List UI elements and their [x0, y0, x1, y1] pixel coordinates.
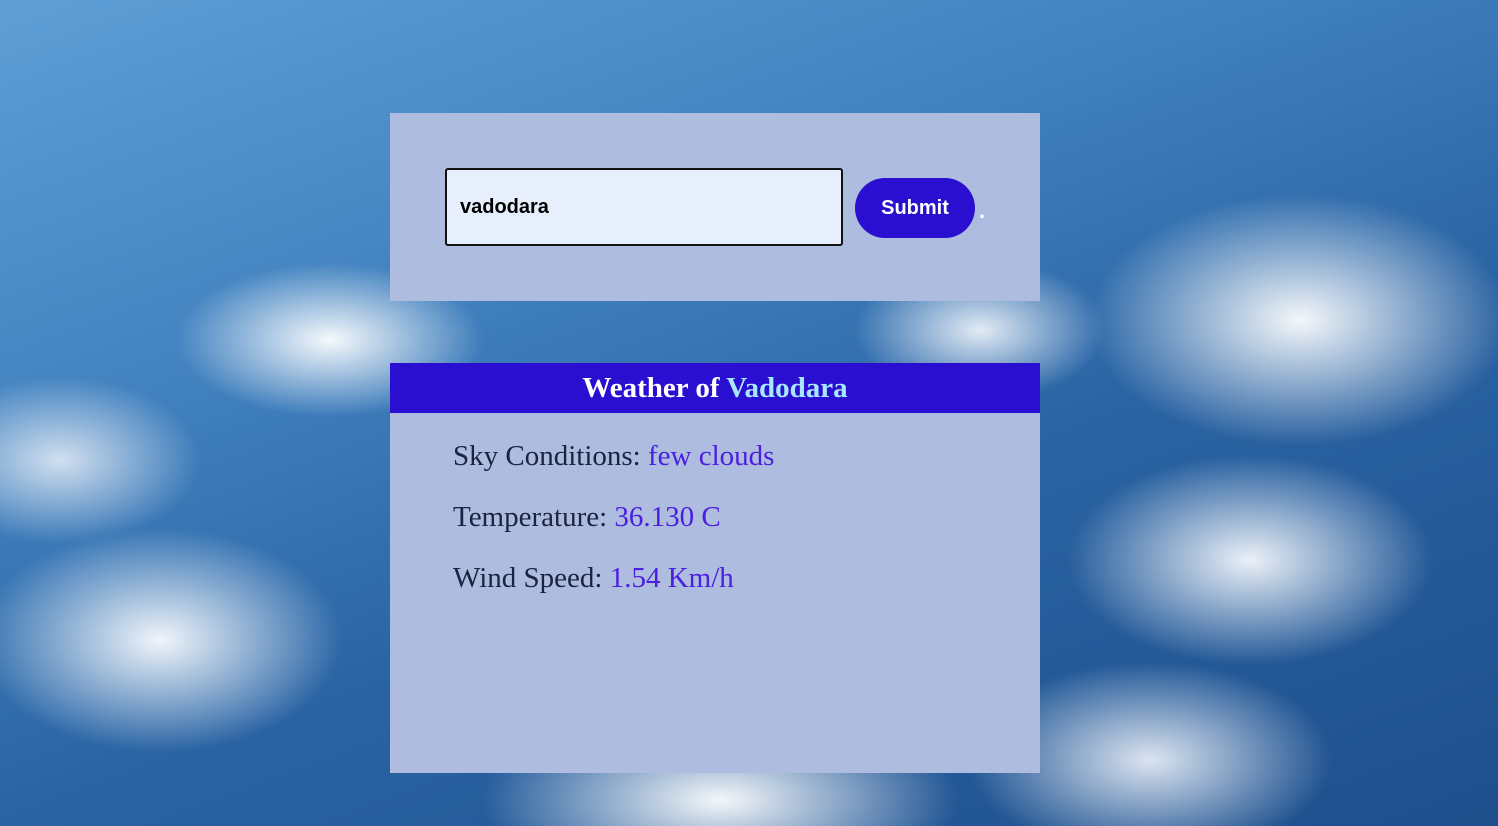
wind-speed-row: Wind Speed: 1.54 Km/h	[453, 562, 734, 595]
trailing-dot: .	[979, 198, 986, 223]
wind-speed-label: Wind Speed:	[453, 562, 603, 594]
weather-title: Weather of Vadodara	[390, 363, 1040, 413]
search-panel: Submit .	[390, 113, 1040, 301]
wind-speed-value: 1.54 Km/h	[609, 562, 734, 594]
weather-city-name: Vadodara	[726, 372, 848, 404]
temperature-value: 36.130 C	[614, 501, 721, 533]
sky-conditions-label: Sky Conditions:	[453, 440, 641, 472]
temperature-row: Temperature: 36.130 C	[453, 501, 721, 534]
weather-title-prefix: Weather of	[582, 372, 720, 404]
sky-conditions-row: Sky Conditions: few clouds	[453, 440, 774, 473]
submit-button[interactable]: Submit	[855, 178, 975, 238]
weather-panel: Weather of Vadodara Sky Conditions: few …	[390, 363, 1040, 773]
sky-conditions-value: few clouds	[648, 440, 775, 472]
city-search-input[interactable]	[445, 168, 843, 246]
temperature-label: Temperature:	[453, 501, 608, 533]
